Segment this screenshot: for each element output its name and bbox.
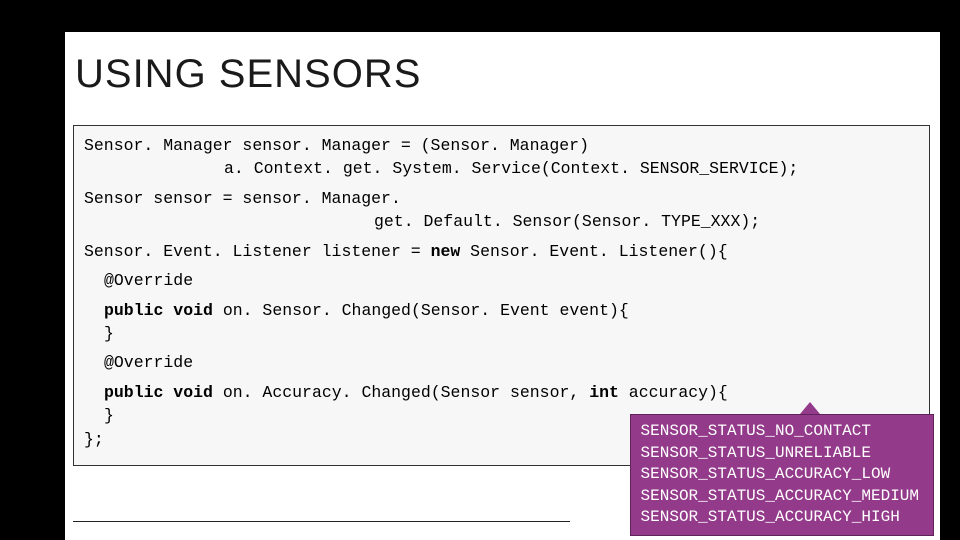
code-text: on. Accuracy. Changed(Sensor sensor, [213, 383, 589, 402]
slide-title: USING SENSORS [65, 32, 940, 117]
code-line: Sensor. Event. Listener listener = new S… [84, 240, 919, 263]
code-text: accuracy){ [619, 383, 728, 402]
keyword: new [431, 242, 461, 261]
keyword: public void [104, 301, 213, 320]
slide-content: USING SENSORS Sensor. Manager sensor. Ma… [65, 32, 940, 540]
callout-pointer-icon [800, 402, 820, 414]
callout-line: SENSOR_STATUS_ACCURACY_LOW [641, 464, 919, 486]
code-line: } [84, 322, 919, 345]
code-line: public void on. Sensor. Changed(Sensor. … [84, 299, 919, 322]
callout: SENSOR_STATUS_NO_CONTACT SENSOR_STATUS_U… [630, 402, 934, 536]
code-line: get. Default. Sensor(Sensor. TYPE_XXX); [84, 210, 919, 233]
code-text: Sensor. Event. Listener listener = [84, 242, 431, 261]
keyword: int [589, 383, 619, 402]
callout-line: SENSOR_STATUS_UNRELIABLE [641, 443, 919, 465]
keyword: public void [104, 383, 213, 402]
code-line: @Override [84, 269, 919, 292]
slide: USING SENSORS Sensor. Manager sensor. Ma… [0, 0, 960, 540]
code-text: on. Sensor. Changed(Sensor. Event event)… [213, 301, 629, 320]
code-text: Sensor. Event. Listener(){ [460, 242, 727, 261]
code-line: @Override [84, 351, 919, 374]
code-line: Sensor. Manager sensor. Manager = (Senso… [84, 134, 919, 157]
divider [73, 521, 570, 522]
callout-box: SENSOR_STATUS_NO_CONTACT SENSOR_STATUS_U… [630, 414, 934, 536]
callout-line: SENSOR_STATUS_NO_CONTACT [641, 421, 919, 443]
code-line: a. Context. get. System. Service(Context… [84, 157, 919, 180]
code-line: public void on. Accuracy. Changed(Sensor… [84, 381, 919, 404]
callout-line: SENSOR_STATUS_ACCURACY_MEDIUM [641, 486, 919, 508]
callout-line: SENSOR_STATUS_ACCURACY_HIGH [641, 507, 919, 529]
code-line: Sensor sensor = sensor. Manager. [84, 187, 919, 210]
